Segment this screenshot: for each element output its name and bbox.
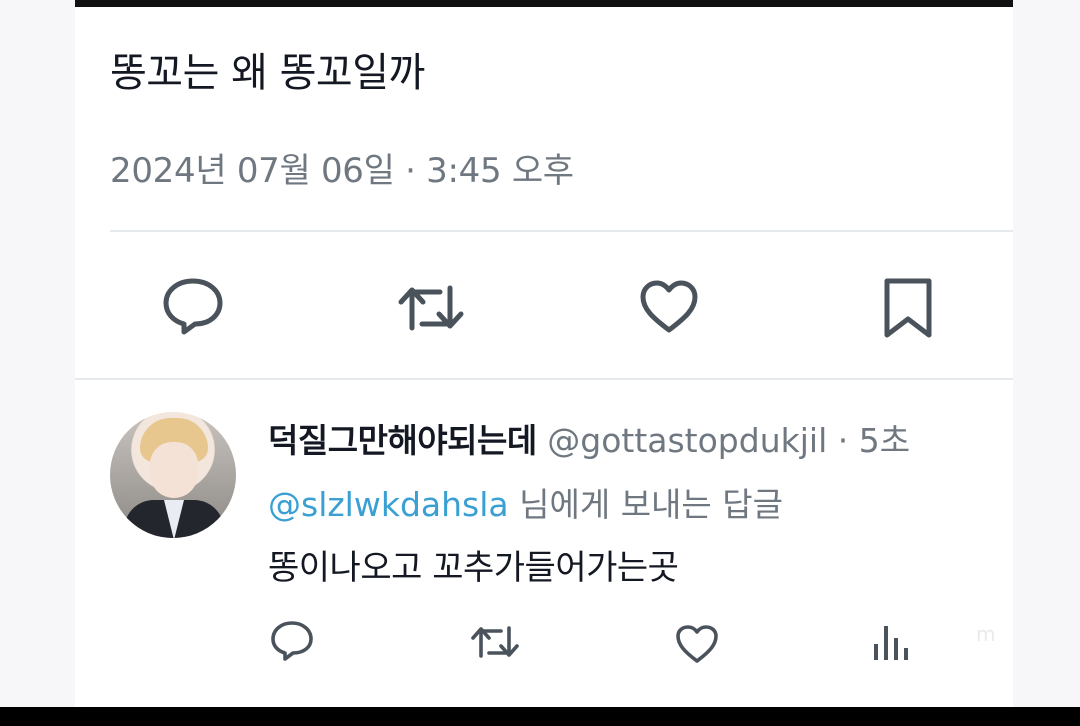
tweet-timestamp[interactable]: 2024년 07월 06일 · 3:45 오후 bbox=[110, 143, 574, 192]
watermark: m bbox=[976, 622, 996, 646]
replying-to-mention[interactable]: @slzlwkdahsla bbox=[268, 485, 509, 524]
meta-separator: · bbox=[405, 151, 416, 191]
app-screen: 똥꼬는 왜 똥꼬일까 2024년 07월 06일 · 3:45 오후 덕질그만해… bbox=[0, 0, 1080, 707]
top-edge-bar bbox=[75, 0, 1013, 7]
reply-separator: · bbox=[837, 421, 849, 460]
divider-top bbox=[110, 230, 1013, 232]
retweet-icon[interactable] bbox=[396, 282, 466, 334]
reply-like-heart-icon[interactable] bbox=[675, 624, 719, 664]
reply-handle[interactable]: @gottastopdukjil bbox=[547, 421, 827, 460]
reply-text: 똥이나오고 꼬추가들어가는곳 bbox=[268, 548, 679, 588]
reply-header: 덕질그만해야되는데 @gottastopdukjil · 5초 bbox=[268, 414, 910, 462]
bookmark-icon[interactable] bbox=[882, 277, 934, 339]
replying-to-suffix: 님에게 보내는 답글 bbox=[519, 485, 783, 524]
tweet-text: 똥꼬는 왜 똥꼬일까 bbox=[110, 50, 425, 96]
divider-actions bbox=[75, 378, 1013, 380]
bottom-edge-bar bbox=[0, 707, 1080, 726]
tweet-date: 2024년 07월 06일 bbox=[110, 151, 395, 191]
reply-display-name[interactable]: 덕질그만해야되는데 bbox=[268, 421, 537, 460]
reply-reply-icon[interactable] bbox=[270, 620, 314, 662]
reply-avatar[interactable] bbox=[110, 412, 236, 538]
tweet-detail-card bbox=[75, 7, 1013, 707]
tweet-time: 3:45 오후 bbox=[426, 151, 574, 191]
replying-to-line: @slzlwkdahsla 님에게 보내는 답글 bbox=[268, 478, 783, 526]
reply-icon[interactable] bbox=[162, 277, 224, 335]
reply-views-bar-chart-icon[interactable] bbox=[870, 622, 912, 662]
reply-time[interactable]: 5초 bbox=[859, 421, 910, 460]
like-heart-icon[interactable] bbox=[639, 280, 699, 334]
reply-retweet-icon[interactable] bbox=[470, 624, 520, 660]
